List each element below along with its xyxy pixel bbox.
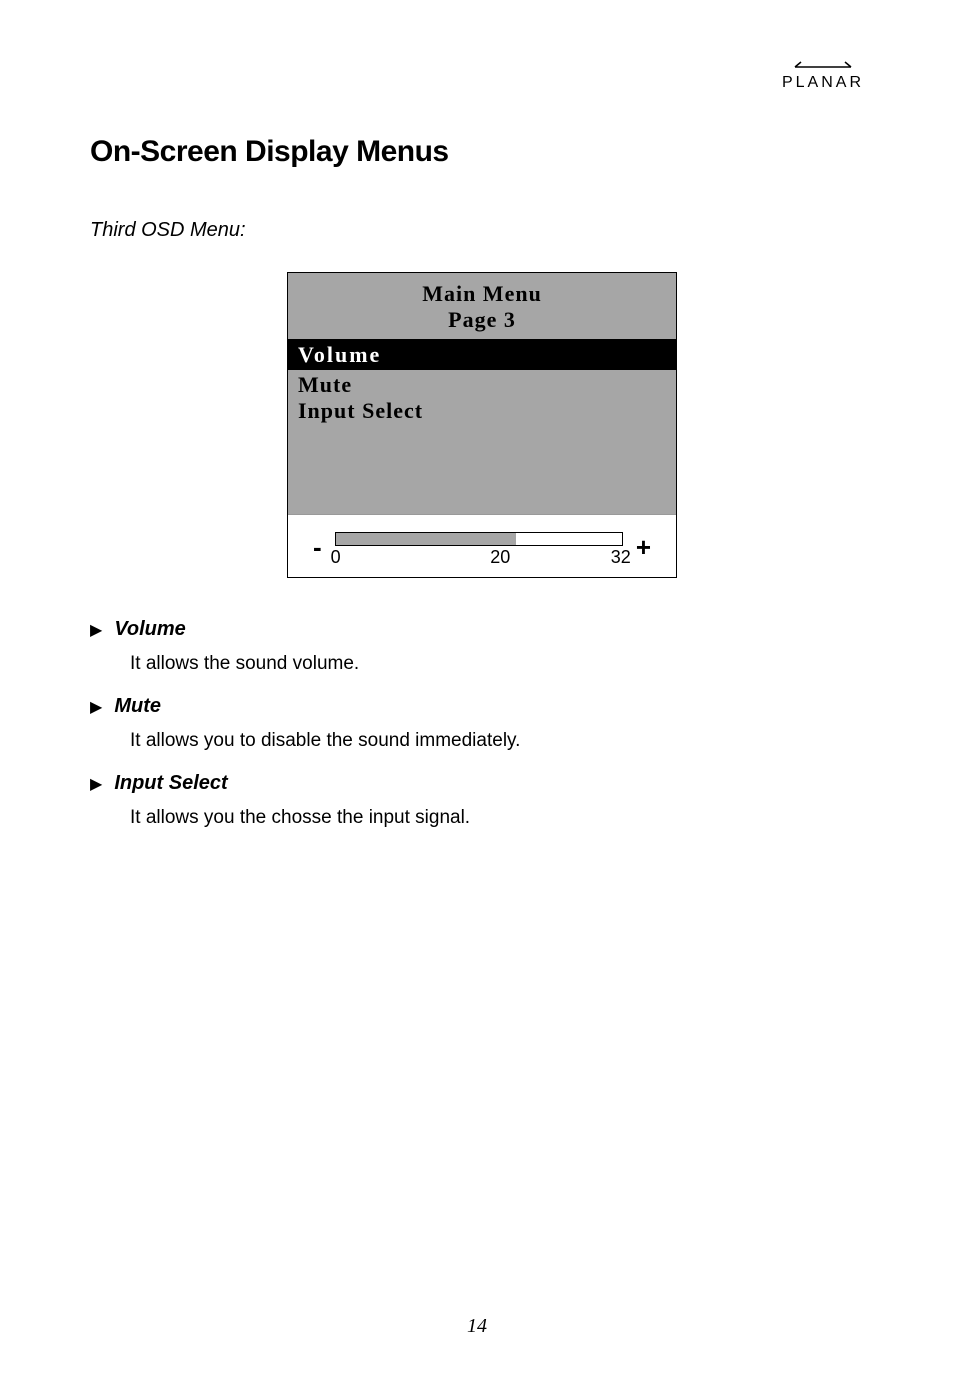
page-title: On-Screen Display Menus [90, 135, 874, 169]
definition-title: Mute [114, 695, 161, 718]
slider-track-container: 0 20 32 [335, 527, 623, 567]
slider-max-label: 32 [611, 547, 631, 568]
osd-items-area: Mute Input Select [288, 370, 676, 515]
definition-item: ▶ Volume It allows the sound volume. [90, 618, 874, 675]
definition-heading: ▶ Input Select [90, 772, 874, 795]
definition-heading: ▶ Mute [90, 695, 874, 718]
plus-icon: + [631, 532, 656, 563]
slider-fill [336, 533, 516, 545]
bullet-triangle-icon: ▶ [90, 697, 102, 717]
definition-description: It allows you the chosse the input signa… [130, 807, 874, 829]
osd-header: Main Menu Page 3 [288, 273, 676, 340]
osd-header-title: Main Menu [288, 281, 676, 307]
logo-arrow-icon [782, 60, 864, 74]
definition-description: It allows you to disable the sound immed… [130, 730, 874, 752]
definition-heading: ▶ Volume [90, 618, 874, 641]
osd-header-page: Page 3 [288, 307, 676, 333]
osd-item: Input Select [298, 398, 666, 424]
minus-icon: - [308, 532, 327, 563]
definition-item: ▶ Input Select It allows you the chosse … [90, 772, 874, 829]
osd-menu-box: Main Menu Page 3 Volume Mute Input Selec… [287, 272, 677, 578]
definition-description: It allows the sound volume. [130, 653, 874, 675]
page-number: 14 [0, 1315, 954, 1338]
osd-selected-item: Volume [288, 340, 676, 370]
bullet-triangle-icon: ▶ [90, 774, 102, 794]
logo-text: PLANAR [782, 74, 864, 92]
definition-item: ▶ Mute It allows you to disable the soun… [90, 695, 874, 752]
definition-title: Volume [114, 618, 186, 641]
section-subheading: Third OSD Menu: [90, 219, 874, 242]
slider-min-label: 0 [331, 547, 341, 568]
osd-slider-area: - 0 20 32 + [288, 515, 676, 577]
brand-logo: PLANAR [782, 60, 864, 92]
definition-title: Input Select [114, 772, 227, 795]
osd-item: Mute [298, 372, 666, 398]
definitions-list: ▶ Volume It allows the sound volume. ▶ M… [90, 618, 874, 829]
slider-current-label: 20 [490, 547, 510, 568]
bullet-triangle-icon: ▶ [90, 620, 102, 640]
